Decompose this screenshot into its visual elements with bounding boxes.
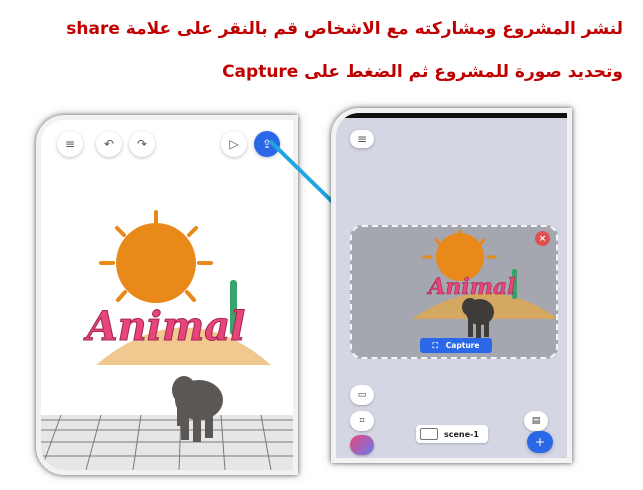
instruction-line-1: لنشر المشروع ومشاركته مع الاشخاص قم بالن… <box>66 19 623 39</box>
scene-canvas[interactable]: Animal <box>41 170 298 470</box>
phone-top-bezel <box>336 113 567 118</box>
capture-frame[interactable]: Animal × ⛶ Capture <box>350 225 558 359</box>
layers-icon[interactable]: ▤ <box>524 411 548 431</box>
capture-icon: ⛶ <box>432 340 438 350</box>
close-label: × <box>538 233 547 244</box>
editor-screen: ≡ ↶ ↷ ▷ ⇪ Animal <box>41 120 293 470</box>
frame-icon[interactable]: ⌗ <box>350 411 374 431</box>
play-icon[interactable]: ▷ <box>221 131 247 157</box>
capture-label: Capture <box>445 341 480 350</box>
redo-icon[interactable]: ↷ <box>129 131 155 157</box>
animal-title-preview: Animal <box>426 274 515 300</box>
animal-title: Animal <box>83 303 246 350</box>
menu-icon[interactable]: ≡ <box>350 130 374 148</box>
capture-phone: ≡ Animal × ⛶ Capture ▭ ⌗ ▤ scene-1 + <box>331 108 572 463</box>
close-capture-button[interactable]: × <box>535 231 550 246</box>
floor-grid <box>41 414 293 470</box>
undo-icon[interactable]: ↶ <box>96 131 122 157</box>
scene-name: scene-1 <box>444 429 479 439</box>
sun <box>116 223 196 303</box>
menu-icon[interactable]: ≡ <box>57 131 83 157</box>
scene-selector[interactable]: scene-1 <box>416 425 488 443</box>
scene-thumbnail <box>420 428 438 440</box>
color-picker-icon[interactable] <box>350 435 374 455</box>
aspect-ratio-icon[interactable]: ▭ <box>350 385 374 405</box>
editor-phone: ≡ ↶ ↷ ▷ ⇪ Animal <box>36 115 298 475</box>
add-label: + <box>534 435 546 449</box>
capture-screen: ≡ Animal × ⛶ Capture ▭ ⌗ ▤ scene-1 + <box>336 113 567 458</box>
instruction-line-2: وتحديد صورة للمشروع ثم الضغط على Capture <box>222 62 623 82</box>
capture-button[interactable]: ⛶ Capture <box>420 338 492 353</box>
add-scene-button[interactable]: + <box>527 431 553 453</box>
